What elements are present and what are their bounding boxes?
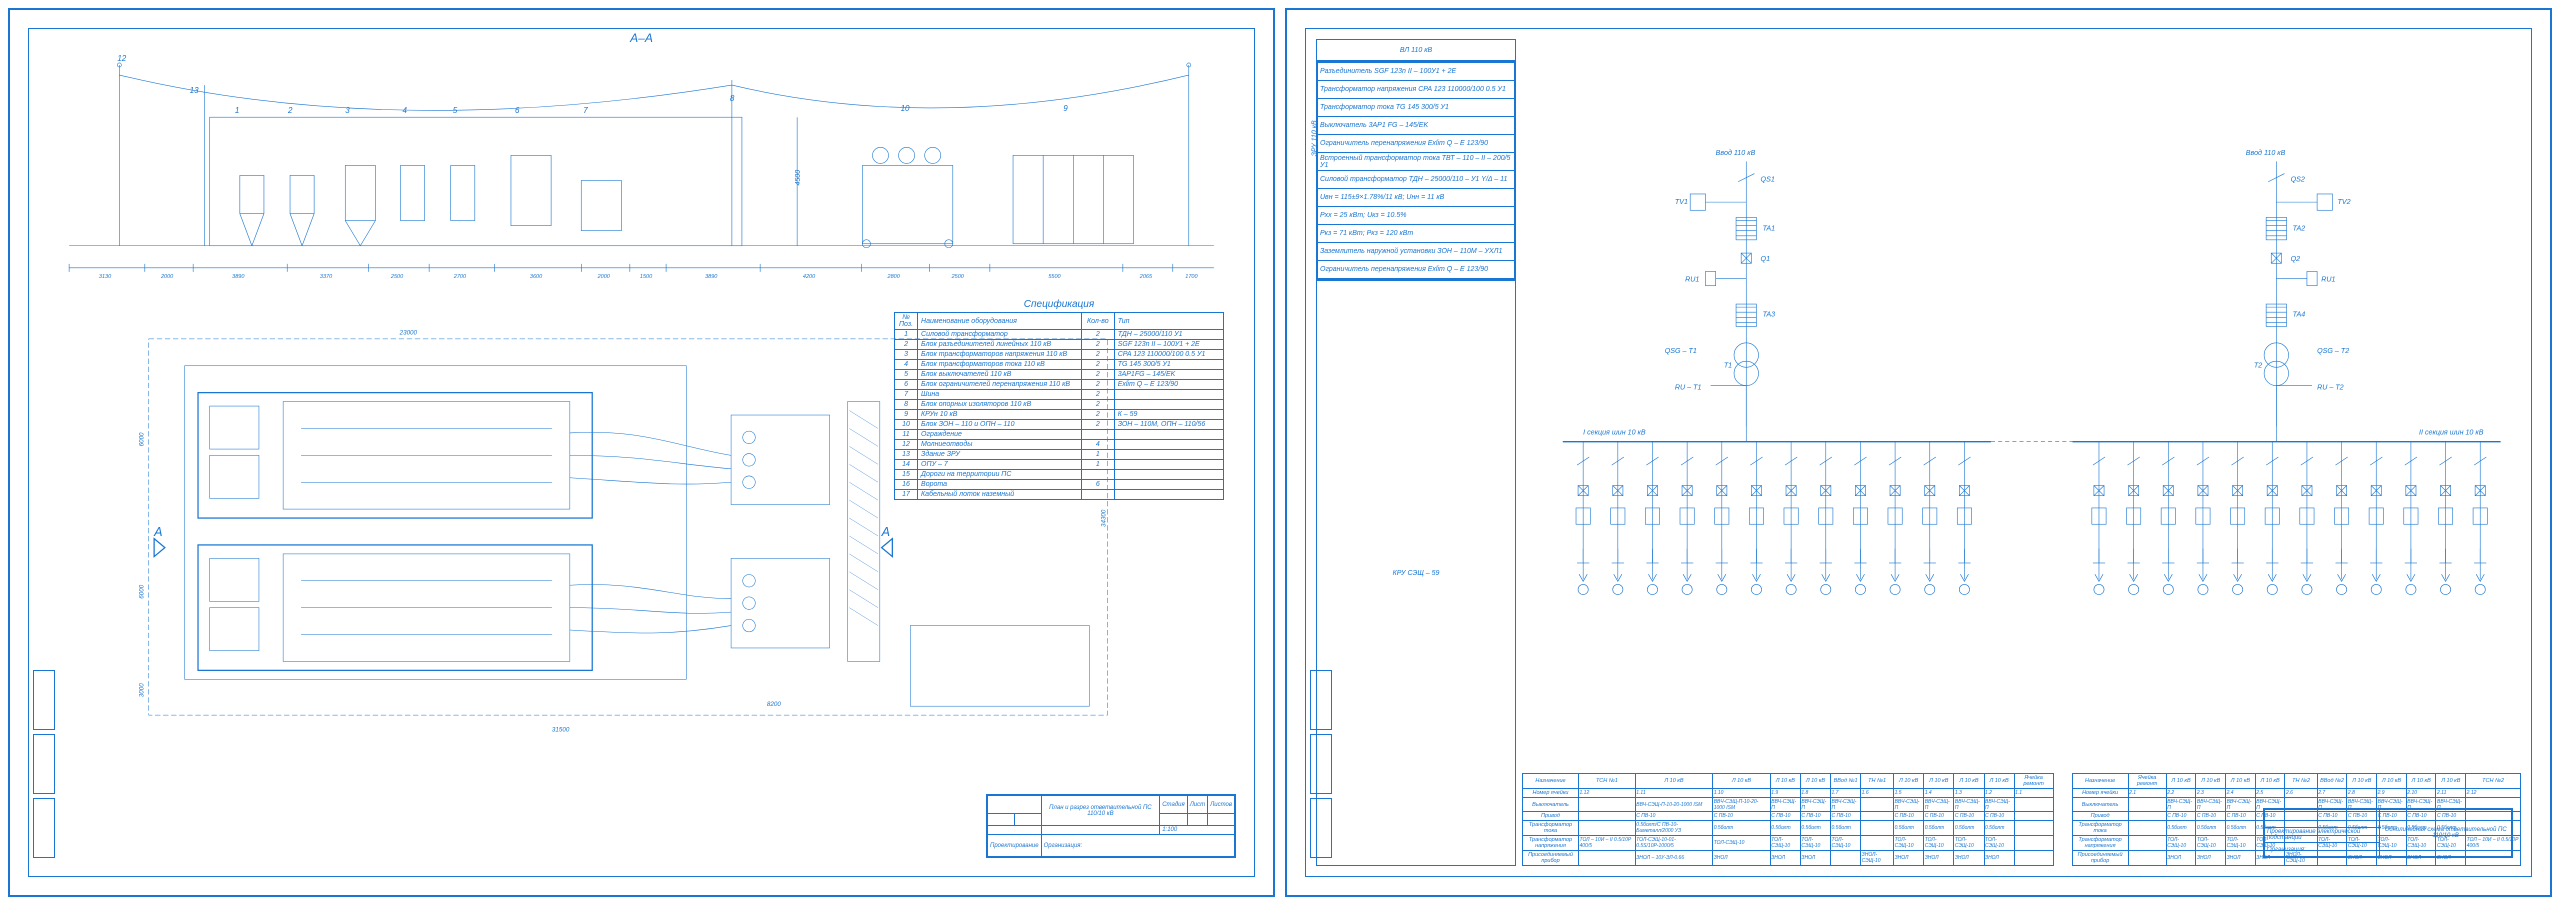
svg-text:5500: 5500 [1048,274,1061,280]
svg-text:9: 9 [1063,104,1068,113]
equipment-icon [240,155,622,245]
svg-text:34300: 34300 [1101,509,1108,527]
svg-text:2500: 2500 [390,274,404,280]
svg-text:TV2: TV2 [2338,198,2351,206]
svg-text:1: 1 [235,106,239,115]
svg-text:8200: 8200 [767,701,781,708]
header-vl: ВЛ 110 кВ [1316,39,1516,61]
svg-text:RU – T2: RU – T2 [2317,384,2344,392]
svg-text:TA1: TA1 [1763,225,1776,233]
svg-text:3130: 3130 [99,274,112,280]
svg-text:10: 10 [901,104,910,113]
svg-text:2700: 2700 [453,274,467,280]
svg-text:QS2: QS2 [2291,176,2305,184]
svg-text:Ввод 110 кВ: Ввод 110 кВ [1716,149,1756,157]
svg-text:7: 7 [583,106,588,115]
svg-text:6: 6 [515,106,520,115]
svg-text:QS1: QS1 [1761,176,1775,184]
svg-text:3: 3 [345,106,350,115]
dim-vert: 4500 [795,170,802,186]
svg-text:2500: 2500 [951,274,965,280]
svg-text:8: 8 [730,94,735,103]
svg-text:Ввод 110 кВ: Ввод 110 кВ [2246,149,2286,157]
title-block: План и разрез ответвительной ПС 110/10 к… [986,794,1236,858]
section-label: A–A [630,31,653,45]
drawing-sheet-2: ВЛ 110 кВ ЗРУ 110 кВ Разъединитель SGF 1… [1285,8,2552,897]
svg-text:13: 13 [190,86,199,95]
svg-text:TV1: TV1 [1675,198,1688,206]
kru-label: КРУ СЭЩ – 59 [1316,280,1516,866]
svg-text:3370: 3370 [320,274,333,280]
svg-text:5: 5 [453,106,458,115]
section-mark-left: A [153,525,162,539]
svg-text:31500: 31500 [552,726,570,733]
svg-text:1500: 1500 [640,274,653,280]
svg-text:RU – T1: RU – T1 [1675,384,1702,392]
feeder-table-bus1: НазначениеТСН №1Л 10 кВЛ 10 кВЛ 10 кВЛ 1… [1522,773,2054,866]
single-line-diagram: QS1 TV1 TA1 Q1 RU1 TA3 T1 QSG – T1 RU – T1 QS2 TV… [1522,39,2521,773]
binding-margin [33,670,55,858]
transformer-icon [862,147,952,247]
elevation-view: 3130 2000 3890 3370 2500 2700 3600 2000 1500 3890… [39,39,1244,312]
svg-text:RU1: RU1 [1685,276,1699,284]
specification-table: Спецификация № Поз. Наименование оборудо… [894,299,1224,500]
drawing-sheet-1: A–A [8,8,1275,897]
svg-text:RU1: RU1 [2321,276,2335,284]
cable-trough-icon [848,401,880,661]
svg-text:Q1: Q1 [1761,255,1771,263]
svg-text:T2: T2 [2254,361,2262,369]
svg-text:23000: 23000 [399,329,418,336]
svg-text:2: 2 [287,106,293,115]
svg-text:I секция шин 10 кВ: I секция шин 10 кВ [1583,429,1646,437]
svg-text:6000: 6000 [138,584,145,598]
svg-text:QSG – T2: QSG – T2 [2317,347,2349,355]
svg-text:Q2: Q2 [2291,255,2301,263]
svg-text:1700: 1700 [1185,274,1198,280]
trafo-pad-icon [731,415,830,648]
svg-text:12: 12 [117,54,126,63]
binding-margin [1310,670,1332,858]
svg-text:T1: T1 [1724,361,1732,369]
title-block: Однолинейная схема ответвительной ПС 110… [2263,808,2513,858]
svg-text:3600: 3600 [530,274,543,280]
svg-text:6000: 6000 [138,432,145,446]
mast-icon [117,63,1190,246]
bay-detail-icon [210,401,570,661]
svg-text:3000: 3000 [138,683,145,697]
svg-text:3890: 3890 [705,274,718,280]
svg-text:II секция шин 10 кВ: II секция шин 10 кВ [2419,429,2484,437]
svg-text:QSG – T1: QSG – T1 [1665,347,1697,355]
svg-text:2000: 2000 [597,274,611,280]
svg-text:4200: 4200 [803,274,816,280]
svg-text:TA3: TA3 [1763,310,1776,318]
kru-icon [1013,155,1133,243]
svg-text:TA2: TA2 [2293,225,2306,233]
section-mark-right: A [881,525,890,539]
svg-text:3890: 3890 [232,274,245,280]
side-label-zru: ЗРУ 110 кВ [1312,120,1319,156]
svg-text:4: 4 [403,106,408,115]
svg-text:TA4: TA4 [2293,310,2306,318]
svg-text:2000: 2000 [160,274,174,280]
svg-text:2800: 2800 [887,274,901,280]
svg-text:2065: 2065 [1139,274,1153,280]
